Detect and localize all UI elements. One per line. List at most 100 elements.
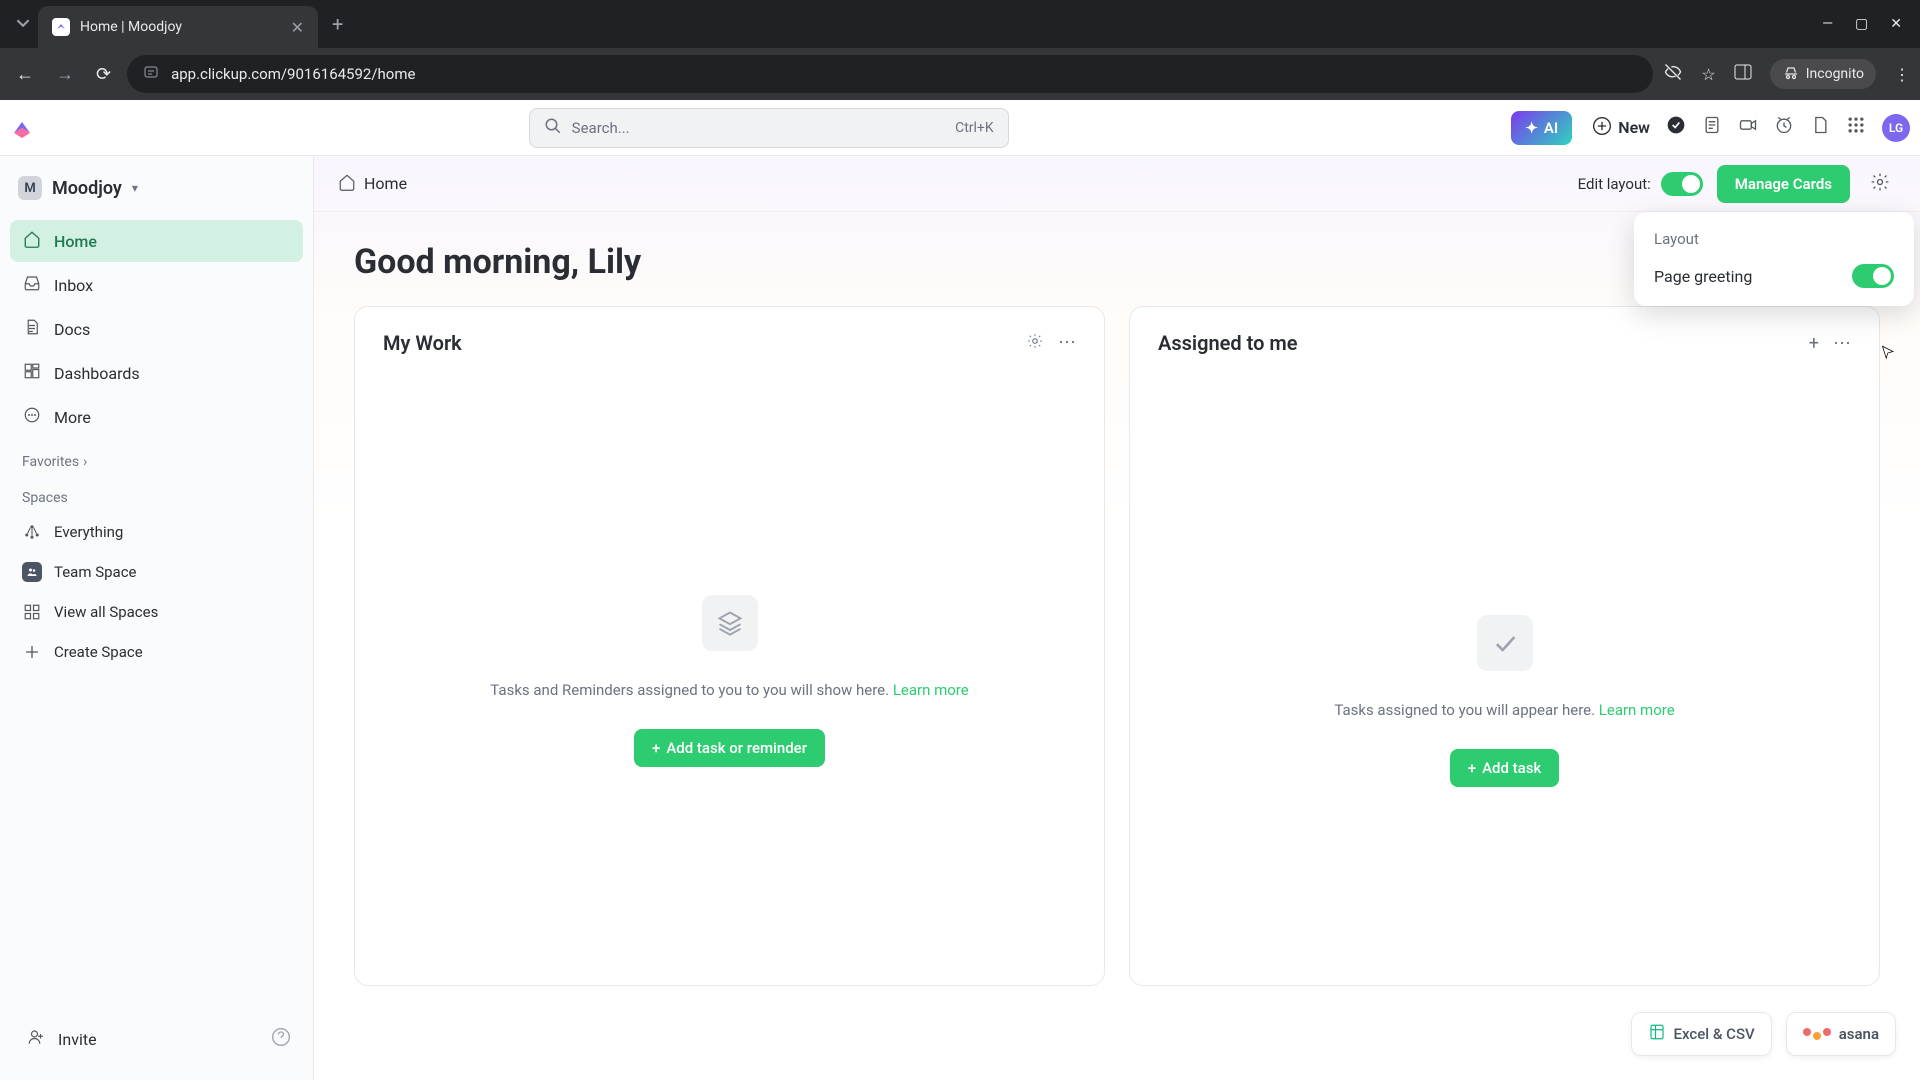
empty-text: Tasks assigned to you will appear here. … [1334, 701, 1674, 719]
avatar-initials: LG [1889, 121, 1903, 135]
add-task-reminder-button[interactable]: + Add task or reminder [634, 729, 825, 767]
toggle-on-icon[interactable] [1661, 172, 1703, 196]
spaces-section-label: Spaces [10, 476, 303, 512]
search-placeholder: Search... [572, 119, 630, 137]
popover-title: Layout [1654, 230, 1894, 248]
toggle-on-icon[interactable] [1852, 264, 1894, 288]
chevron-right-icon: › [83, 454, 87, 470]
ai-label: AI [1544, 119, 1558, 137]
clickup-favicon [52, 18, 70, 36]
edit-layout-label: Edit layout: [1578, 175, 1651, 193]
document-icon[interactable] [1810, 115, 1830, 140]
close-tab-icon[interactable]: ✕ [291, 18, 304, 37]
maximize-icon[interactable]: ▢ [1855, 16, 1868, 32]
gear-icon[interactable] [1864, 166, 1896, 202]
card-add-icon[interactable]: + [1809, 333, 1819, 354]
space-everything[interactable]: Everything [10, 512, 303, 552]
eye-off-icon[interactable] [1663, 62, 1683, 86]
more-icon [22, 406, 42, 428]
favorites-section[interactable]: Favorites › [10, 440, 303, 476]
ai-button[interactable]: ✦ AI [1511, 111, 1572, 145]
notepad-icon[interactable] [1702, 115, 1722, 140]
close-window-icon[interactable]: ✕ [1890, 16, 1902, 32]
bookmark-star-icon[interactable]: ☆ [1701, 65, 1715, 84]
asana-logo-icon [1803, 1028, 1831, 1040]
workspace-switcher[interactable]: M Moodjoy ▾ [10, 170, 303, 206]
manage-cards-button[interactable]: Manage Cards [1717, 165, 1850, 203]
learn-more-link[interactable]: Learn more [1599, 701, 1675, 719]
stack-icon [702, 595, 758, 651]
space-view-all[interactable]: View all Spaces [10, 592, 303, 632]
avatar[interactable]: LG [1882, 114, 1910, 142]
forward-button[interactable]: → [50, 58, 80, 91]
sidebar-item-inbox[interactable]: Inbox [10, 264, 303, 306]
apps-grid-icon[interactable] [1846, 115, 1866, 140]
sidebar: M Moodjoy ▾ Home Inbox Docs Das [0, 156, 314, 1080]
back-button[interactable]: ← [10, 58, 40, 91]
alarm-icon[interactable] [1774, 115, 1794, 140]
sidebar-item-docs[interactable]: Docs [10, 308, 303, 350]
url-text: app.clickup.com/9016164592/home [171, 65, 415, 83]
asana-badge[interactable]: asana [1786, 1012, 1896, 1056]
card-assigned-to-me: Assigned to me + ⋯ Tasks assigned to you… [1129, 306, 1880, 986]
browser-tab[interactable]: Home | Moodjoy ✕ [38, 6, 318, 48]
sidebar-item-more[interactable]: More [10, 396, 303, 438]
incognito-badge[interactable]: Incognito [1770, 59, 1876, 89]
invite-button[interactable]: Invite [22, 1022, 101, 1056]
help-icon[interactable] [271, 1027, 291, 1051]
space-label: View all Spaces [54, 603, 158, 621]
reload-button[interactable]: ⟳ [90, 58, 117, 91]
breadcrumb[interactable]: Home [338, 173, 407, 195]
popover-option-label: Page greeting [1654, 267, 1752, 286]
sidebar-item-label: Home [54, 232, 97, 251]
space-label: Create Space [54, 643, 143, 661]
network-icon [22, 522, 42, 542]
video-icon[interactable] [1738, 115, 1758, 140]
empty-text: Tasks and Reminders assigned to you to y… [490, 681, 968, 699]
sidebar-item-dashboards[interactable]: Dashboards [10, 352, 303, 394]
space-team[interactable]: Team Space [10, 552, 303, 592]
browser-toolbar: ← → ⟳ app.clickup.com/9016164592/home ☆ … [0, 48, 1920, 100]
page-header: Home Edit layout: Manage Cards [314, 156, 1920, 212]
layout-popover: Layout Page greeting [1634, 212, 1914, 306]
card-more-icon[interactable]: ⋯ [1058, 332, 1076, 355]
side-panel-icon[interactable] [1734, 63, 1752, 85]
new-button[interactable]: New [1592, 116, 1650, 140]
card-more-icon[interactable]: ⋯ [1833, 333, 1851, 354]
sidebar-item-label: Docs [54, 320, 90, 339]
tab-list-dropdown[interactable] [8, 15, 38, 34]
workspace-badge: M [18, 176, 42, 200]
add-task-button[interactable]: + Add task [1450, 749, 1560, 787]
create-space[interactable]: Create Space [10, 632, 303, 672]
address-bar[interactable]: app.clickup.com/9016164592/home [127, 55, 1653, 93]
app-header: Search... Ctrl+K ✦ AI New [0, 100, 1920, 156]
incognito-label: Incognito [1806, 66, 1864, 82]
main-content: Home Edit layout: Manage Cards Good morn… [314, 156, 1920, 1080]
home-icon [338, 173, 356, 195]
doc-icon [22, 318, 42, 340]
space-label: Everything [54, 523, 123, 541]
chevron-down-icon: ▾ [132, 181, 138, 195]
sidebar-item-home[interactable]: Home [10, 220, 303, 262]
page-greeting-toggle-row[interactable]: Page greeting [1654, 264, 1894, 288]
sidebar-item-label: Dashboards [54, 364, 140, 383]
workspace-name: Moodjoy [52, 178, 122, 199]
edit-layout-toggle[interactable]: Edit layout: [1578, 172, 1703, 196]
sidebar-item-label: More [54, 408, 91, 427]
dashboard-icon [22, 362, 42, 384]
new-tab-button[interactable]: + [318, 12, 357, 36]
browser-menu-icon[interactable]: ⋮ [1894, 65, 1910, 84]
site-info-icon[interactable] [143, 64, 159, 84]
browser-tab-strip: Home | Moodjoy ✕ + — ▢ ✕ [0, 0, 1920, 48]
check-circle-icon[interactable] [1666, 115, 1686, 140]
import-badges: Excel & CSV asana [1631, 1012, 1896, 1056]
learn-more-link[interactable]: Learn more [893, 681, 969, 699]
excel-csv-badge[interactable]: Excel & CSV [1631, 1012, 1772, 1056]
tab-title: Home | Moodjoy [80, 19, 281, 35]
search-input[interactable]: Search... Ctrl+K [529, 108, 1009, 148]
card-settings-icon[interactable] [1026, 332, 1044, 355]
plus-icon [22, 642, 42, 662]
clickup-logo-icon[interactable] [10, 116, 34, 140]
plus-icon: + [652, 739, 660, 757]
minimize-icon[interactable]: — [1822, 16, 1833, 32]
